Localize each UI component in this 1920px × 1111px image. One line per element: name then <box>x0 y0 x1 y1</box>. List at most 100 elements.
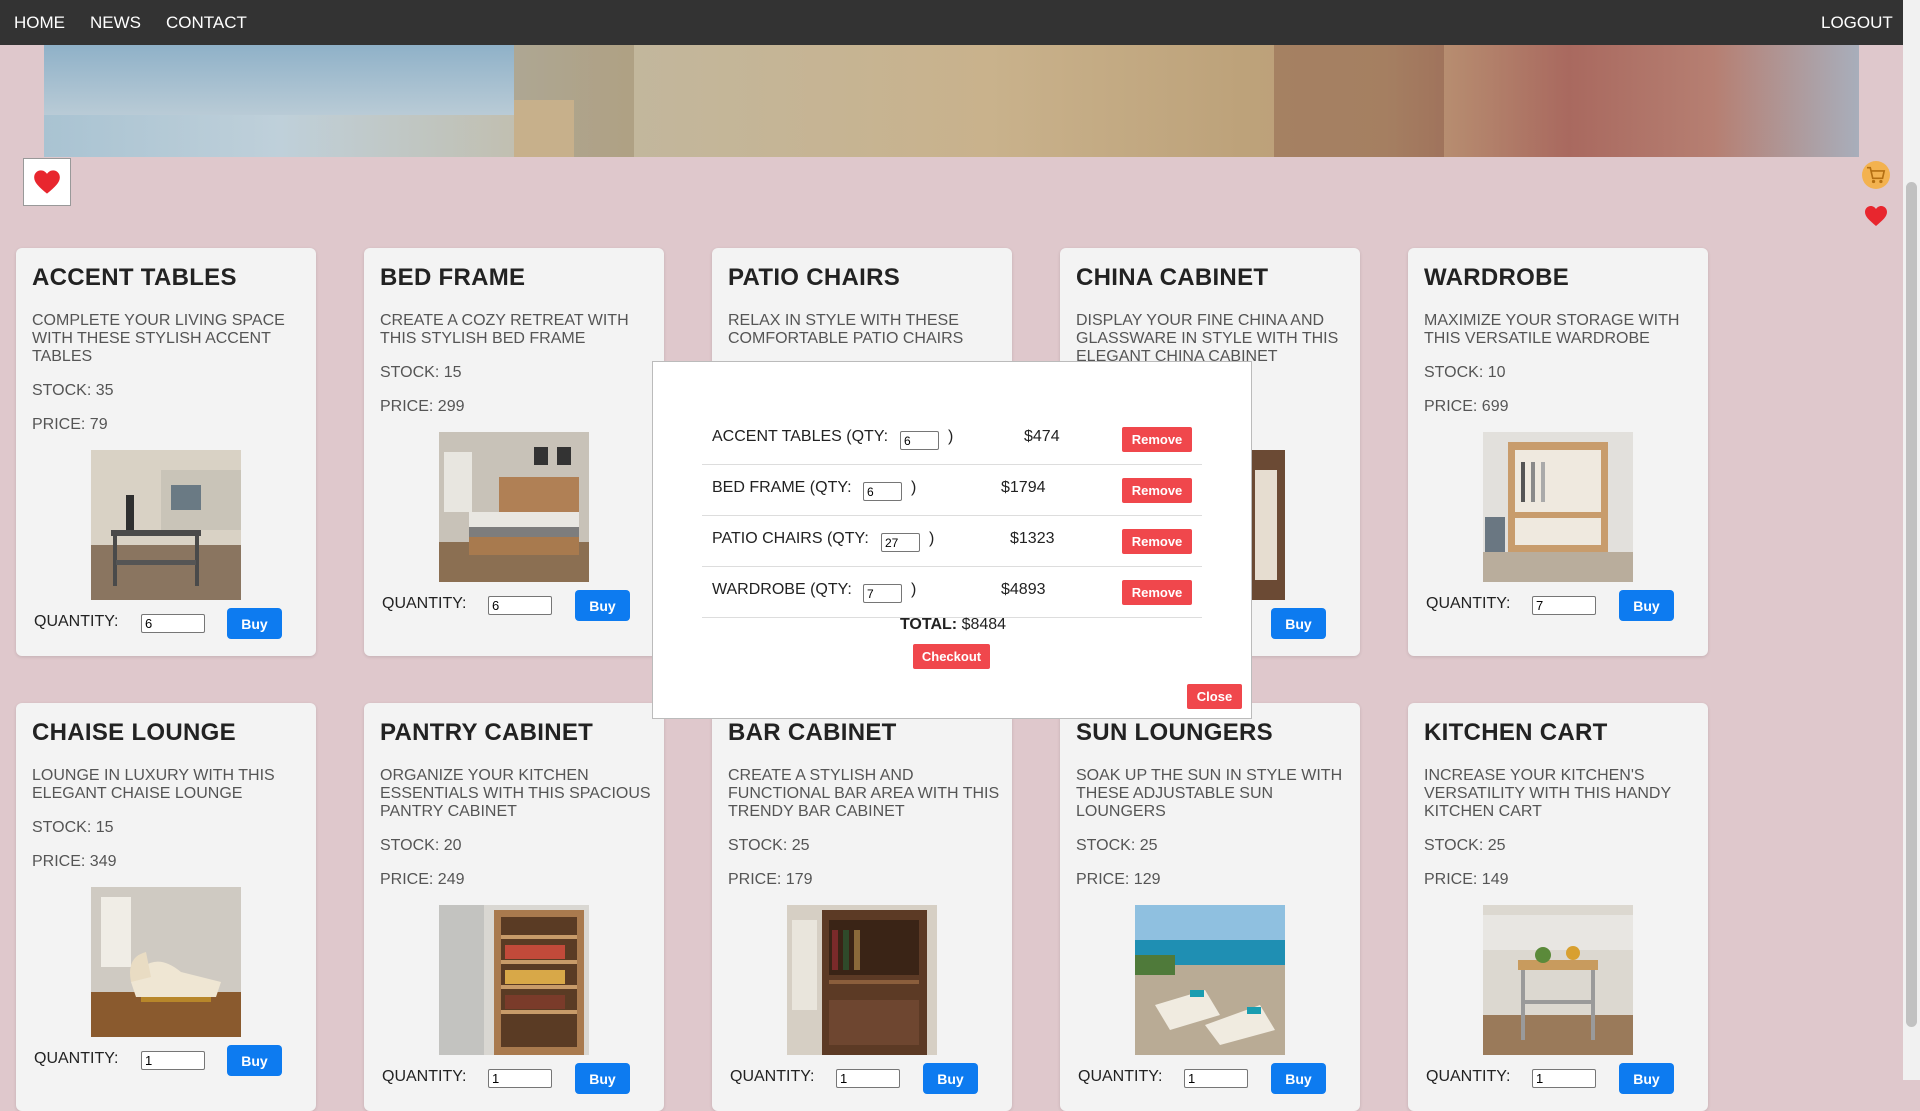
checkout-button[interactable]: Checkout <box>913 644 990 669</box>
quantity-input[interactable] <box>1184 1069 1248 1088</box>
product-title: CHINA CABINET <box>1076 264 1269 291</box>
remove-button[interactable]: Remove <box>1122 478 1192 503</box>
product-image <box>1483 432 1633 582</box>
quantity-label: QUANTITY: <box>382 1068 467 1085</box>
product-price: PRICE: 129 <box>1076 871 1161 888</box>
nav-news-link[interactable]: NEWS <box>90 0 141 45</box>
product-image <box>1483 905 1633 1055</box>
buy-button[interactable]: Buy <box>575 1063 630 1094</box>
product-description: RELAX IN STYLE WITH THESE COMFORTABLE PA… <box>728 312 964 347</box>
cart-item-label: BED FRAME (QTY: <box>712 479 852 496</box>
product-card: WARDROBE MAXIMIZE YOUR STORAGE WITH THIS… <box>1408 248 1708 656</box>
product-price: PRICE: 79 <box>32 416 108 433</box>
quantity-label: QUANTITY: <box>34 1050 119 1067</box>
product-card: PANTRY CABINET ORGANIZE YOUR KITCHEN ESS… <box>364 703 664 1111</box>
quantity-label: QUANTITY: <box>34 613 119 630</box>
remove-button[interactable]: Remove <box>1122 580 1192 605</box>
product-stock: STOCK: 20 <box>380 837 462 854</box>
scrollbar-thumb[interactable] <box>1906 182 1917 1027</box>
quantity-label: QUANTITY: <box>1426 1068 1511 1085</box>
buy-button[interactable]: Buy <box>227 1045 282 1076</box>
product-card: SUN LOUNGERS SOAK UP THE SUN IN STYLE WI… <box>1060 703 1360 1111</box>
product-image <box>91 450 241 600</box>
nav-home-link[interactable]: HOME <box>14 0 65 45</box>
quantity-label: QUANTITY: <box>730 1068 815 1085</box>
product-card: KITCHEN CART INCREASE YOUR KITCHEN'S VER… <box>1408 703 1708 1111</box>
quantity-input[interactable] <box>836 1069 900 1088</box>
product-stock: STOCK: 15 <box>32 819 114 836</box>
product-description: CREATE A STYLISH AND FUNCTIONAL BAR AREA… <box>728 767 1000 820</box>
quantity-input[interactable] <box>1532 596 1596 615</box>
top-navbar: HOME NEWS CONTACT LOGOUT <box>0 0 1903 45</box>
product-description: ORGANIZE YOUR KITCHEN ESSENTIALS WITH TH… <box>380 767 651 820</box>
product-title: ACCENT TABLES <box>32 264 237 291</box>
product-card: ACCENT TABLES COMPLETE YOUR LIVING SPACE… <box>16 248 316 656</box>
remove-button[interactable]: Remove <box>1122 427 1192 452</box>
heart-icon <box>34 170 60 194</box>
product-stock: STOCK: 25 <box>728 837 810 854</box>
cart-item-qty-input[interactable] <box>900 431 939 450</box>
buy-button[interactable]: Buy <box>1271 1063 1326 1094</box>
cart-item-label: PATIO CHAIRS (QTY: <box>712 530 869 547</box>
hero-banner-image <box>44 45 1859 157</box>
cart-item-price: $4893 <box>1001 581 1046 598</box>
quantity-input[interactable] <box>141 614 205 633</box>
product-title: SUN LOUNGERS <box>1076 719 1273 746</box>
cart-item-paren: ) <box>929 530 935 547</box>
product-title: PATIO CHAIRS <box>728 264 901 291</box>
cart-icon-button[interactable] <box>1862 161 1890 189</box>
product-image <box>91 887 241 1037</box>
product-image <box>439 432 589 582</box>
remove-button[interactable]: Remove <box>1122 529 1192 554</box>
cart-item-price: $1794 <box>1001 479 1046 496</box>
product-stock: STOCK: 35 <box>32 382 114 399</box>
cart-item-qty-input[interactable] <box>863 584 902 603</box>
buy-button[interactable]: Buy <box>1619 590 1674 621</box>
product-price: PRICE: 299 <box>380 398 465 415</box>
cart-total: TOTAL: $8484 <box>653 616 1253 634</box>
product-card: BAR CABINET CREATE A STYLISH AND FUNCTIO… <box>712 703 1012 1111</box>
product-price: PRICE: 699 <box>1424 398 1509 415</box>
product-image <box>1135 905 1285 1055</box>
cart-item-paren: ) <box>911 479 917 496</box>
product-description: INCREASE YOUR KITCHEN'S VERSATILITY WITH… <box>1424 767 1671 820</box>
cart-item-price: $474 <box>1024 428 1060 445</box>
cart-total-label: TOTAL: <box>899 616 958 633</box>
shopping-cart-icon <box>1867 166 1886 184</box>
cart-total-value: $8484 <box>961 616 1007 633</box>
product-price: PRICE: 349 <box>32 853 117 870</box>
nav-logout-link[interactable]: LOGOUT <box>1821 0 1893 45</box>
product-title: CHAISE LOUNGE <box>32 719 236 746</box>
product-image <box>439 905 589 1055</box>
close-modal-button[interactable]: Close <box>1187 684 1242 709</box>
product-description: LOUNGE IN LUXURY WITH THIS ELEGANT CHAIS… <box>32 767 275 802</box>
cart-item-row: BED FRAME (QTY: ) $1794 Remove <box>702 465 1202 516</box>
buy-button[interactable]: Buy <box>227 608 282 639</box>
product-description: MAXIMIZE YOUR STORAGE WITH THIS VERSATIL… <box>1424 312 1680 347</box>
quantity-label: QUANTITY: <box>382 595 467 612</box>
quantity-input[interactable] <box>488 1069 552 1088</box>
cart-item-price: $1323 <box>1010 530 1055 547</box>
buy-button[interactable]: Buy <box>1619 1063 1674 1094</box>
buy-button[interactable]: Buy <box>923 1063 978 1094</box>
cart-item-qty-input[interactable] <box>881 533 920 552</box>
cart-item-label: WARDROBE (QTY: <box>712 581 852 598</box>
nav-contact-link[interactable]: CONTACT <box>166 0 247 45</box>
product-description: DISPLAY YOUR FINE CHINA AND GLASSWARE IN… <box>1076 312 1339 365</box>
product-card: CHAISE LOUNGE LOUNGE IN LUXURY WITH THIS… <box>16 703 316 1111</box>
quantity-input[interactable] <box>488 596 552 615</box>
product-title: BED FRAME <box>380 264 526 291</box>
quantity-input[interactable] <box>141 1051 205 1070</box>
quantity-input[interactable] <box>1532 1069 1596 1088</box>
favorites-button[interactable] <box>23 158 71 206</box>
cart-item-paren: ) <box>948 428 954 445</box>
product-card: BED FRAME CREATE A COZY RETREAT WITH THI… <box>364 248 664 656</box>
favorites-side-button[interactable] <box>1864 205 1888 232</box>
product-image <box>787 905 937 1055</box>
cart-item-qty-input[interactable] <box>863 482 902 501</box>
product-price: PRICE: 179 <box>728 871 813 888</box>
heart-icon <box>1865 206 1887 226</box>
buy-button[interactable]: Buy <box>1271 608 1326 639</box>
buy-button[interactable]: Buy <box>575 590 630 621</box>
product-stock: STOCK: 25 <box>1076 837 1158 854</box>
